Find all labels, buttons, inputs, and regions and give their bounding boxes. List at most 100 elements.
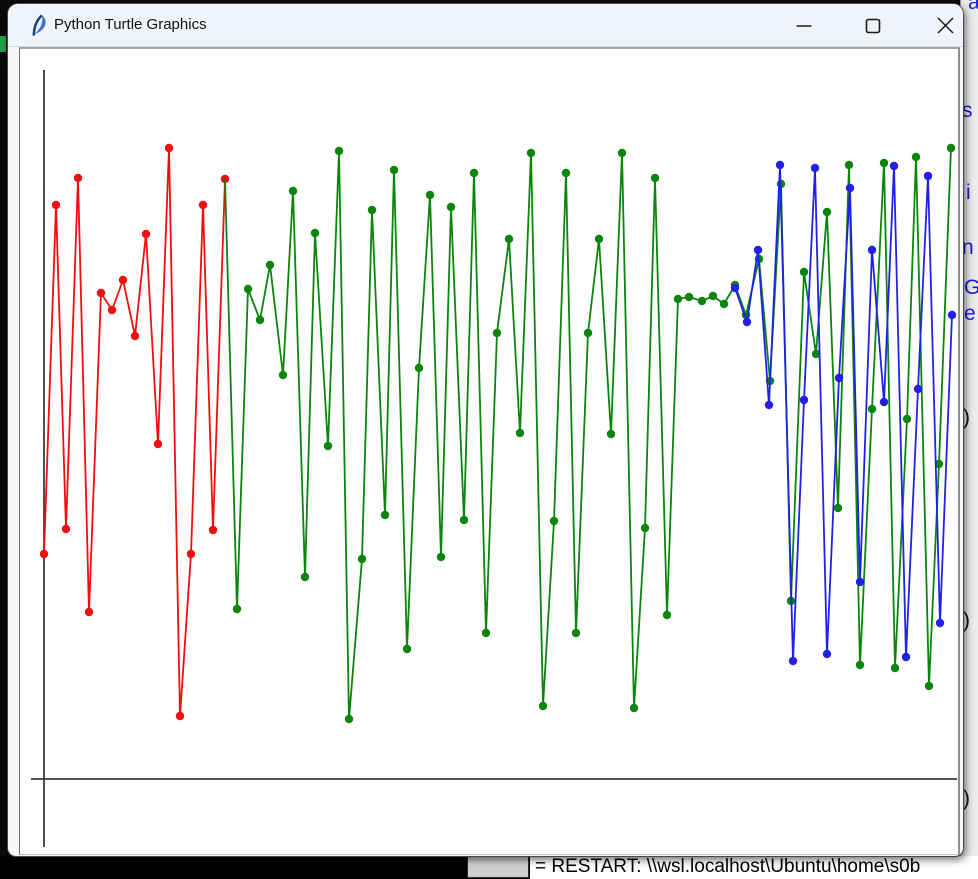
blue-series-point (902, 653, 910, 661)
green-series-point (324, 442, 332, 450)
green-series-point (527, 149, 535, 157)
turtle-drawing (20, 49, 958, 854)
green-series-point (709, 292, 717, 300)
window-title: Python Turtle Graphics (54, 16, 207, 33)
code-text-fragment: G (964, 277, 978, 299)
blue-series-point (936, 619, 944, 627)
close-button[interactable] (925, 4, 963, 47)
green-series-point (493, 329, 501, 337)
minimize-button[interactable] (784, 4, 824, 47)
green-series-point (539, 702, 547, 710)
green-series-point (834, 504, 842, 512)
green-series-point (856, 661, 864, 669)
code-text-fragment: a (968, 0, 978, 14)
blue-series-point (754, 246, 762, 254)
green-series-point (685, 293, 693, 301)
titlebar[interactable]: Python Turtle Graphics (8, 4, 963, 47)
idle-restart-text: = RESTART: \\wsl.localhost\Ubuntu\home\s… (535, 856, 920, 878)
idle-shell-margin (467, 856, 529, 878)
blue-series-point (868, 246, 876, 254)
green-series-point (381, 511, 389, 519)
green-series-point (358, 555, 366, 563)
green-series-point (244, 285, 252, 293)
turtle-graphics-window: Python Turtle Graphics (8, 4, 963, 856)
green-series-point (720, 300, 728, 308)
code-text-fragment: s (962, 100, 973, 122)
blue-series-point (743, 318, 751, 326)
turtle-canvas (19, 47, 960, 855)
blue-series-point (924, 172, 932, 180)
blue-series-point (880, 398, 888, 406)
maximize-button[interactable] (853, 4, 893, 47)
red-series-point (108, 306, 116, 314)
green-series-point (516, 429, 524, 437)
blue-series-point (789, 657, 797, 665)
green-series-point (426, 191, 434, 199)
green-series-point (335, 147, 343, 155)
blue-series-point (914, 385, 922, 393)
python-tk-feather-icon (28, 13, 50, 38)
code-text-fragment: i (966, 182, 971, 204)
idle-shell-surface[interactable]: = RESTART: \\wsl.localhost\Ubuntu\home\s… (530, 856, 978, 879)
green-series-point (266, 261, 274, 269)
green-series-point (256, 316, 264, 324)
blue-series-point (948, 311, 956, 319)
green-series-point (301, 573, 309, 581)
code-text-fragment: ) (963, 788, 970, 810)
blue-series-point (800, 396, 808, 404)
green-series-point (345, 715, 353, 723)
close-icon (937, 17, 954, 34)
green-series-point (233, 605, 241, 613)
green-series-point (437, 553, 445, 561)
green-series-point (505, 235, 513, 243)
green-series-point (584, 329, 592, 337)
red-series-point (176, 712, 184, 720)
red-series-point (199, 201, 207, 209)
blue-series-point (776, 161, 784, 169)
red-series-point (119, 276, 127, 284)
green-series-point (903, 415, 911, 423)
green-series-point (460, 516, 468, 524)
green-series-point (572, 629, 580, 637)
blue-series-point (890, 162, 898, 170)
green-series-point (311, 229, 319, 237)
green-series-point (470, 169, 478, 177)
green-series-point (912, 153, 920, 161)
green-series-point (482, 629, 490, 637)
green-series-line (225, 148, 951, 719)
red-series-point (40, 550, 48, 558)
screen: asinGe))) = RESTART: \\wsl.localhost\Ubu… (0, 0, 978, 879)
green-series-point (651, 174, 659, 182)
red-series-point (74, 174, 82, 182)
blue-series-point (823, 650, 831, 658)
green-series-point (415, 364, 423, 372)
green-series-point (630, 704, 638, 712)
green-series-point (447, 203, 455, 211)
green-series-point (891, 664, 899, 672)
maximize-icon (865, 18, 881, 34)
red-series-line (44, 148, 225, 716)
red-series-point (97, 289, 105, 297)
code-text-fragment: ) (963, 407, 970, 429)
red-series-point (62, 525, 70, 533)
green-series-point (880, 159, 888, 167)
red-series-point (165, 144, 173, 152)
desktop-fragment (0, 36, 6, 52)
green-series-point (279, 371, 287, 379)
green-series-point (663, 611, 671, 619)
code-text-fragment: e (964, 303, 976, 325)
green-series-point (289, 187, 297, 195)
green-series-point (368, 206, 376, 214)
code-text-fragment: ) (963, 610, 970, 632)
green-series-point (390, 166, 398, 174)
red-series-point (131, 332, 139, 340)
background-window-fragment-bottom: = RESTART: \\wsl.localhost\Ubuntu\home\s… (0, 856, 978, 879)
blue-series-point (765, 401, 773, 409)
blue-series-line (735, 165, 952, 661)
green-series-point (845, 161, 853, 169)
blue-series-point (856, 578, 864, 586)
green-series-point (550, 517, 558, 525)
green-series-point (403, 645, 411, 653)
green-series-point (947, 144, 955, 152)
red-series-point (154, 440, 162, 448)
